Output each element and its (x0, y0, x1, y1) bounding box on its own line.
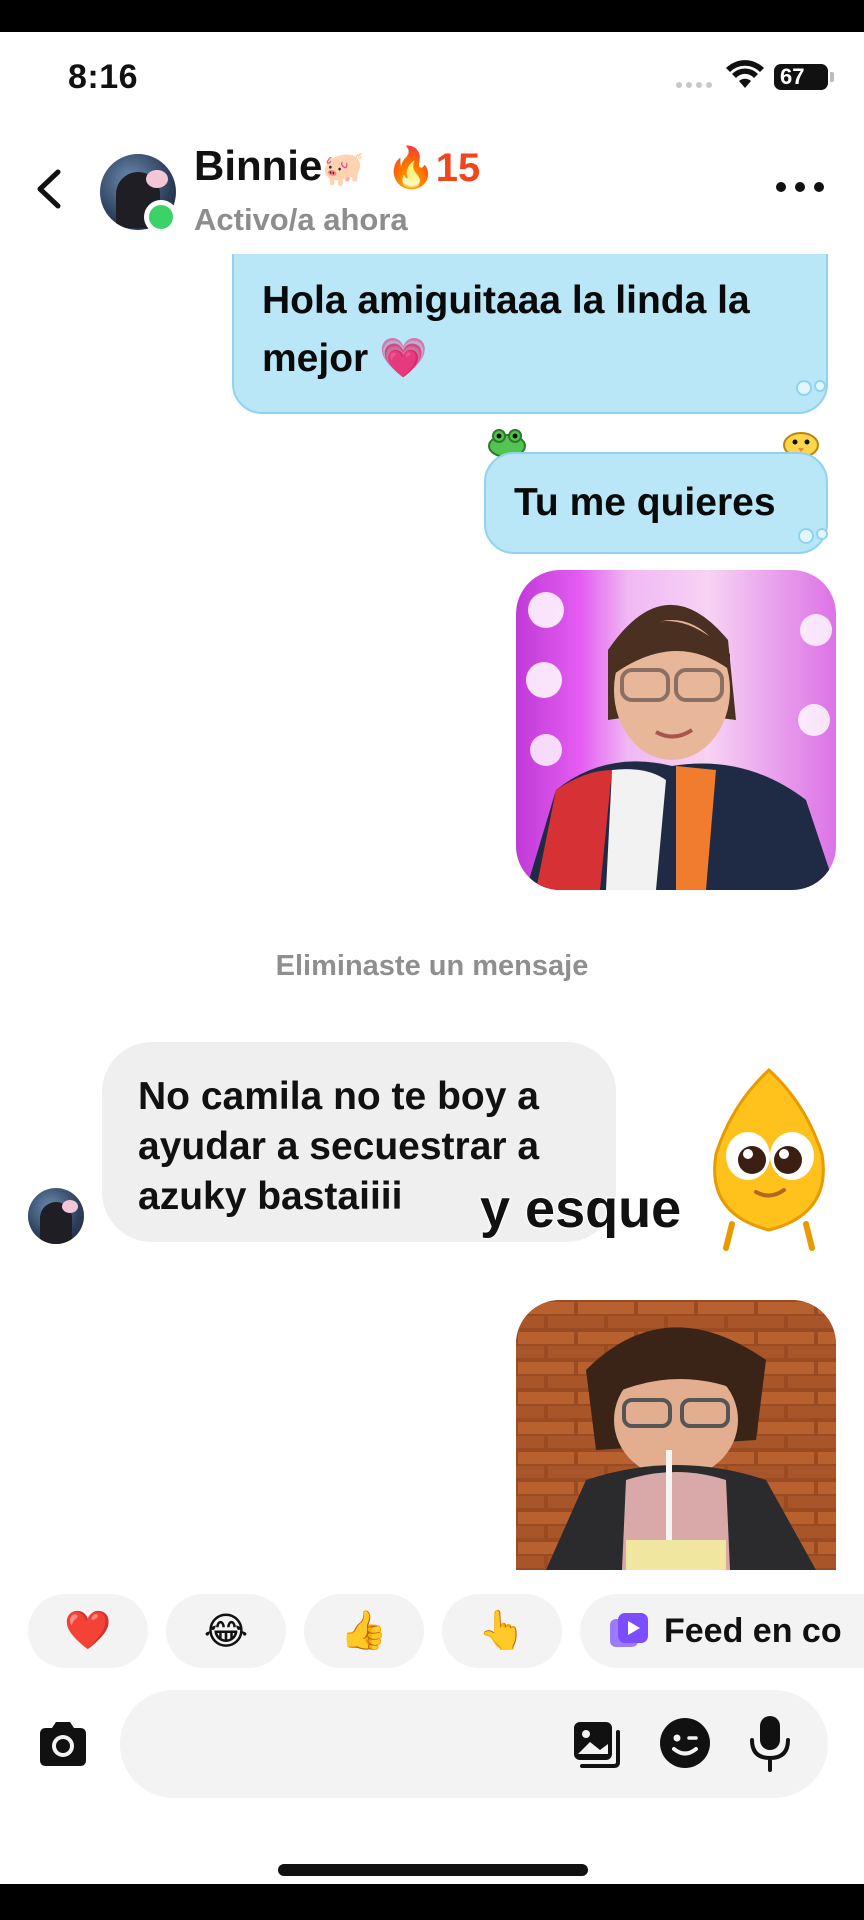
reaction-thumbs-up-button[interactable]: 👍 (304, 1594, 424, 1668)
battery-level: 67 (780, 64, 805, 89)
pig-icon: 🐖 (322, 150, 365, 188)
feed-chip-button[interactable]: Feed en co (580, 1594, 864, 1668)
contact-name[interactable]: Binnie🐖 (194, 142, 365, 190)
status-bar: 8:16 67 (0, 32, 864, 122)
video-caption-overlay: y esque (479, 1178, 682, 1240)
sent-message[interactable]: Hola amiguitaaa la linda la mejor 💗 (232, 254, 828, 414)
wifi-icon (726, 60, 764, 88)
sent-photo[interactable] (516, 1300, 836, 1570)
bottom-screen-edge (0, 1884, 864, 1920)
feed-icon (610, 1613, 648, 1647)
back-button[interactable] (30, 166, 70, 212)
bubble-deco-icon (798, 528, 828, 544)
reaction-point-up-button[interactable]: 👆 (442, 1594, 562, 1668)
microphone-icon[interactable] (748, 1714, 792, 1772)
point-up-icon: 👆 (478, 1610, 526, 1652)
signal-icon (676, 82, 712, 88)
streak-badge: 🔥15 (386, 146, 481, 190)
contact-status: Activo/a ahora (194, 202, 408, 237)
message-text: Hola amiguitaaa la linda la mejor 💗 (262, 279, 750, 380)
sent-photo[interactable] (516, 570, 836, 890)
photo-person-image (526, 592, 836, 890)
deleted-message-note: Eliminaste un mensaje (275, 950, 589, 982)
thumbs-up-icon: 👍 (340, 1610, 388, 1652)
contact-name-text: Binnie (194, 142, 323, 189)
camera-icon[interactable] (34, 1716, 92, 1774)
mascot-sticker-icon (713, 1067, 825, 1251)
message-input[interactable] (120, 1690, 828, 1798)
online-indicator (144, 200, 178, 234)
more-options-button[interactable] (776, 182, 824, 194)
sent-message[interactable]: Tu me quieres (484, 452, 828, 554)
avatar-pig (146, 170, 168, 188)
message-text: No camila no te boy a ayudar a secuestra… (138, 1075, 540, 1218)
quick-reaction-bar: ❤️ 😂 👍 👆 Feed en co (0, 1594, 864, 1670)
heart-icon: ❤️ (64, 1610, 112, 1652)
home-indicator[interactable] (278, 1864, 588, 1876)
laugh-icon: 😂 (203, 1610, 249, 1653)
chat-header: Binnie🐖 🔥15 Activo/a ahora (0, 122, 864, 254)
top-screen-edge (0, 0, 864, 32)
feed-chip-label: Feed en co (664, 1611, 842, 1650)
status-time: 8:16 (68, 58, 139, 96)
reaction-heart-button[interactable]: ❤️ (28, 1594, 148, 1668)
bubble-deco-icon (796, 380, 826, 396)
sender-avatar[interactable] (28, 1188, 84, 1244)
sticker-icon[interactable] (658, 1716, 712, 1770)
photo-person-image (516, 1300, 836, 1570)
message-list[interactable]: Hola amiguitaaa la linda la mejor 💗 Tu m… (0, 254, 864, 1570)
message-composer (0, 1686, 864, 1802)
reaction-laugh-button[interactable]: 😂 (166, 1594, 286, 1668)
gallery-icon[interactable] (570, 1718, 622, 1770)
message-text: Tu me quieres (514, 481, 776, 524)
battery-indicator: 67 (774, 64, 834, 90)
